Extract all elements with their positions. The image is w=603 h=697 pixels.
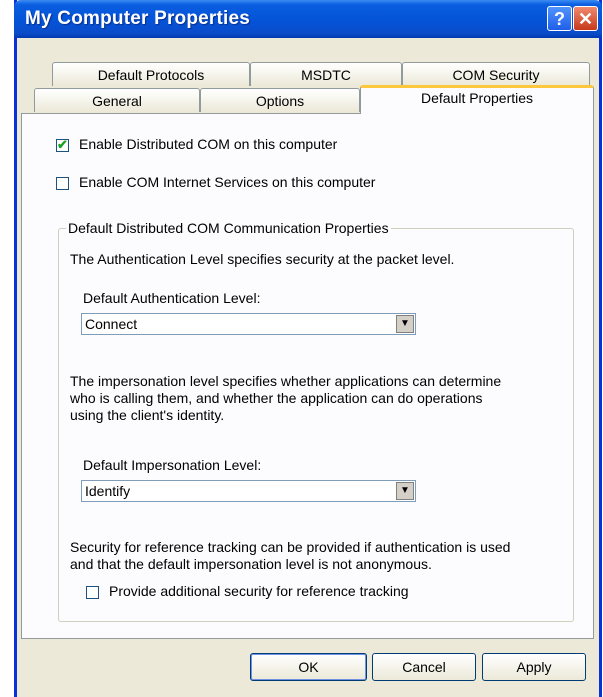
close-icon: ✕ bbox=[577, 9, 594, 29]
help-button[interactable]: ? bbox=[547, 6, 572, 31]
impersonation-desc-line: who is calling them, and whether the app… bbox=[70, 390, 483, 406]
reference-tracking-description: Security for reference tracking can be p… bbox=[70, 539, 510, 573]
tab-general[interactable]: General bbox=[34, 88, 200, 112]
tab-msdtc[interactable]: MSDTC bbox=[250, 62, 402, 86]
cancel-button[interactable]: Cancel bbox=[372, 653, 476, 681]
help-icon: ? bbox=[554, 9, 565, 29]
reference-desc-line: and that the default impersonation level… bbox=[70, 556, 432, 572]
impersonation-level-label: Default Impersonation Level: bbox=[83, 457, 262, 473]
impersonation-desc-line: The impersonation level specifies whethe… bbox=[70, 373, 502, 389]
auth-description: The Authentication Level specifies secur… bbox=[70, 251, 455, 267]
tab-com-security[interactable]: COM Security bbox=[402, 62, 590, 86]
apply-button[interactable]: Apply bbox=[482, 653, 586, 681]
auth-level-label: Default Authentication Level: bbox=[83, 290, 261, 306]
reference-tracking-checkbox[interactable] bbox=[86, 586, 99, 599]
auth-level-value: Connect bbox=[85, 316, 138, 332]
reference-desc-line: Security for reference tracking can be p… bbox=[70, 539, 511, 555]
dcom-properties-group: Default Distributed COM Communication Pr… bbox=[58, 220, 574, 622]
impersonation-level-value: Identify bbox=[85, 483, 131, 499]
title-bar[interactable]: My Computer Properties ? ✕ bbox=[14, 0, 602, 38]
tab-options[interactable]: Options bbox=[200, 88, 360, 112]
chevron-down-icon[interactable]: ▼ bbox=[396, 315, 414, 333]
reference-tracking-label: Provide additional security for referenc… bbox=[109, 583, 409, 599]
group-legend: Default Distributed COM Communication Pr… bbox=[66, 220, 391, 236]
impersonation-desc-line: using the client's identity. bbox=[70, 407, 225, 423]
impersonation-level-select[interactable]: Identify ▼ bbox=[81, 480, 416, 502]
window-title: My Computer Properties bbox=[25, 8, 251, 29]
auth-level-select[interactable]: Connect ▼ bbox=[81, 313, 416, 335]
close-button[interactable]: ✕ bbox=[573, 6, 598, 31]
tab-default-protocols[interactable]: Default Protocols bbox=[52, 62, 250, 86]
tab-default-properties[interactable]: Default Properties bbox=[360, 85, 594, 114]
enable-cis-checkbox[interactable] bbox=[56, 177, 69, 190]
tab-panel: ✔ Enable Distributed COM on this compute… bbox=[21, 113, 594, 639]
enable-dcom-checkbox[interactable]: ✔ bbox=[56, 137, 69, 152]
checkmark-icon: ✔ bbox=[57, 137, 68, 152]
enable-dcom-label: Enable Distributed COM on this computer bbox=[79, 136, 338, 152]
enable-cis-label: Enable COM Internet Services on this com… bbox=[79, 174, 376, 190]
chevron-down-icon[interactable]: ▼ bbox=[396, 482, 414, 500]
ok-button[interactable]: OK bbox=[250, 653, 367, 681]
impersonation-description: The impersonation level specifies whethe… bbox=[70, 373, 501, 424]
